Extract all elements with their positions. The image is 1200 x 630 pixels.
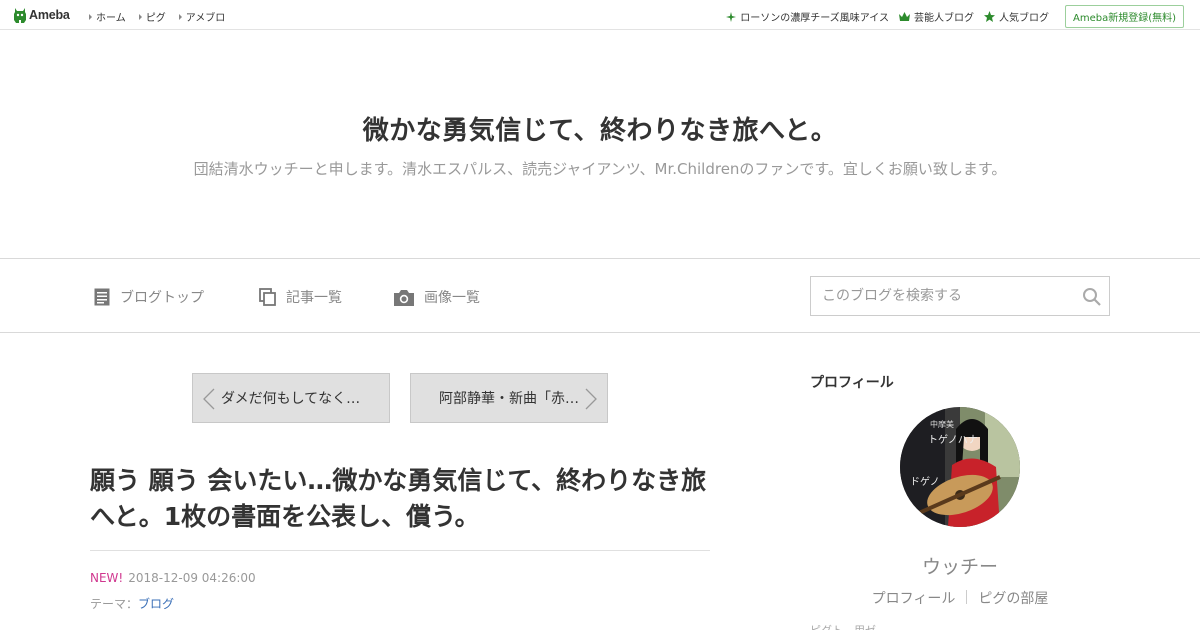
global-nav-pigg-label: ピグ (145, 13, 166, 24)
blog-search (810, 276, 1110, 316)
article-theme-label: テーマ： (90, 597, 139, 611)
blog-description: 団結清水ウッチーと申します。清水エスパルス、読売ジャイアンツ、Mr.Childr… (193, 160, 1007, 178)
next-entry-label: 阿部静華・新曲「赤… (439, 391, 579, 407)
next-entry-button[interactable]: 阿部静華・新曲「赤… (410, 373, 608, 423)
profile-links: プロフィール ピグの部屋 (810, 588, 1110, 608)
prev-entry-button[interactable]: ダメだ何もしてなく… (192, 373, 390, 423)
chevron-right-icon (585, 388, 597, 410)
blog-header: 微かな勇気信じて、終わりなき旅へと。 団結清水ウッチーと申します。清水エスパルス… (0, 30, 1200, 259)
ameba-global-header: Ameba ホーム ピグ アメブロ ローソンの濃厚チーズ風味アイス 芸能人ブログ… (0, 0, 1200, 30)
avatar-text-1: 中摩美 (930, 419, 954, 429)
global-header-right: ローソンの濃厚チーズ風味アイス 芸能人ブログ 人気ブログ Ameba新規登録(無… (726, 5, 1184, 28)
chevron-left-icon (203, 388, 215, 410)
caret-right-icon (178, 13, 182, 20)
blog-nav-entries[interactable]: 記事一覧 (259, 287, 342, 307)
profile-heading: プロフィール (810, 375, 894, 391)
promo-link[interactable]: ローソンの濃厚チーズ風味アイス (726, 7, 889, 27)
document-icon (94, 288, 110, 306)
ameba-logo-text: Ameba (29, 8, 70, 22)
article-theme: テーマ：ブログ (90, 595, 174, 612)
celeb-blog-link-label: 芸能人ブログ (913, 13, 974, 24)
avatar-photo: 中摩美 トゲノハナ ドゲノ (900, 407, 1020, 527)
camera-icon (394, 289, 414, 306)
article-title[interactable]: 願う 願う 会いたい…微かな勇気信じて、終わりなき旅へと。1枚の書面を公表し、償… (90, 463, 710, 535)
prev-entry-label: ダメだ何もしてなく… (221, 391, 361, 407)
search-icon[interactable] (1082, 287, 1101, 310)
profile-avatar[interactable]: 中摩美 トゲノハナ ドゲノ (900, 407, 1020, 527)
ameba-logo[interactable]: Ameba (13, 6, 70, 24)
blog-nav-entries-label: 記事一覧 (286, 290, 342, 306)
blog-nav-images[interactable]: 画像一覧 (394, 287, 480, 307)
celeb-blog-link[interactable]: 芸能人ブログ (898, 7, 974, 27)
copy-icon (259, 288, 276, 306)
profile-link[interactable]: プロフィール (872, 588, 956, 608)
sparkle-icon (726, 11, 737, 22)
global-nav-ameblo-label: アメブロ (185, 13, 226, 24)
profile-extra-text: ピグト 用ゼ (810, 622, 876, 630)
global-nav-home-label: ホーム (96, 13, 126, 24)
caret-right-icon (89, 13, 92, 20)
global-nav-home[interactable]: ホーム (89, 9, 126, 24)
global-nav-ameblo[interactable]: アメブロ (178, 9, 226, 24)
star-icon (983, 11, 995, 22)
register-button[interactable]: Ameba新規登録(無料) (1064, 5, 1184, 28)
blog-nav-top-label: ブログトップ (120, 290, 204, 306)
promo-link-label: ローソンの濃厚チーズ風味アイス (740, 13, 889, 24)
new-badge: NEW! (90, 571, 124, 585)
global-nav: ホーム ピグ アメブロ (89, 9, 238, 24)
blog-nav: ブログトップ 記事一覧 画像一覧 (0, 260, 1200, 333)
avatar-text-2: トゲノハナ (928, 434, 978, 446)
divider (90, 550, 710, 551)
global-nav-pigg[interactable]: ピグ (138, 9, 166, 24)
divider (966, 590, 968, 604)
article-theme-link[interactable]: ブログ (138, 597, 174, 611)
article-meta: NEW! 2018-12-09 04:26:00 (90, 571, 256, 585)
profile-nickname[interactable]: ウッチー (810, 552, 1110, 579)
popular-blog-link-label: 人気ブログ (998, 13, 1049, 24)
ameba-logo-icon (14, 7, 26, 23)
pigg-room-link[interactable]: ピグの部屋 (978, 588, 1048, 608)
caret-right-icon (138, 13, 142, 20)
avatar-text-3: ドゲノ (910, 476, 940, 488)
popular-blog-link[interactable]: 人気ブログ (983, 7, 1049, 27)
crown-icon (898, 12, 910, 21)
blog-search-input[interactable] (811, 277, 1071, 315)
blog-nav-top[interactable]: ブログトップ (94, 287, 204, 307)
blog-title[interactable]: 微かな勇気信じて、終わりなき旅へと。 (0, 110, 1200, 147)
article-datetime: 2018-12-09 04:26:00 (128, 571, 256, 585)
blog-nav-images-label: 画像一覧 (424, 290, 480, 306)
